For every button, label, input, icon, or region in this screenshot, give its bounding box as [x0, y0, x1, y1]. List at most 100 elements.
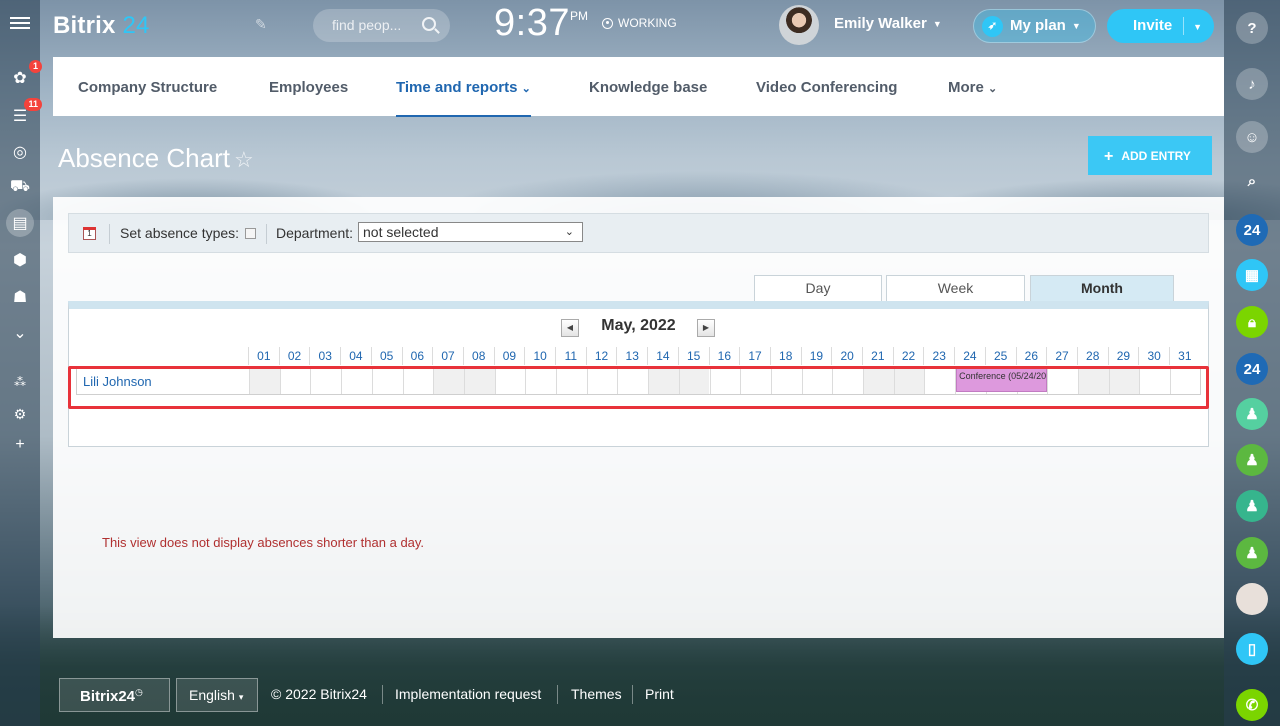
day-cell[interactable]: [863, 367, 894, 394]
tab-week[interactable]: Week: [886, 275, 1025, 301]
day-cell[interactable]: [648, 367, 679, 394]
tab-company-structure[interactable]: Company Structure: [78, 79, 217, 96]
tab-day[interactable]: Day: [754, 275, 882, 301]
day-header: 01: [248, 347, 279, 365]
sitemap-icon[interactable]: ⁂: [8, 370, 32, 394]
day-cell[interactable]: [770, 367, 802, 394]
pencil-icon[interactable]: ✎: [255, 16, 267, 33]
plus-icon: +: [1104, 148, 1114, 165]
day-header: 29: [1107, 347, 1139, 365]
clock[interactable]: 9:37: [494, 2, 570, 45]
day-cell[interactable]: [494, 367, 526, 394]
mobile-icon[interactable]: ▯: [1236, 633, 1268, 665]
avatar[interactable]: [779, 5, 819, 45]
group-icon-2[interactable]: ♟: [1236, 444, 1268, 476]
day-header: 19: [800, 347, 832, 365]
feed-icon[interactable]: ✿ 1: [8, 60, 42, 90]
group-icon-4[interactable]: ♟: [1236, 537, 1268, 569]
day-cell[interactable]: [617, 367, 648, 394]
calendar-icon[interactable]: 1: [83, 227, 96, 240]
day-cell[interactable]: [556, 367, 587, 394]
day-cell[interactable]: [341, 367, 372, 394]
tab-month[interactable]: Month: [1030, 275, 1174, 301]
day-cell[interactable]: [1108, 367, 1140, 394]
cube-icon[interactable]: ⬢: [8, 248, 32, 272]
day-cell[interactable]: [310, 367, 341, 394]
day-cell[interactable]: [586, 367, 618, 394]
day-cell[interactable]: [402, 367, 434, 394]
tab-time-and-reports[interactable]: Time and reports ⌄: [396, 79, 531, 117]
tab-video-conferencing[interactable]: Video Conferencing: [756, 79, 897, 96]
day-cell[interactable]: [1170, 367, 1201, 394]
tab-more[interactable]: More ⌄: [948, 79, 997, 96]
day-header: 25: [984, 347, 1016, 365]
add-entry-button[interactable]: + ADD ENTRY: [1088, 136, 1212, 175]
search-icon[interactable]: [422, 17, 436, 31]
day-cell[interactable]: [1139, 367, 1170, 394]
day-cell[interactable]: [678, 367, 710, 394]
work-status[interactable]: WORKING: [602, 16, 677, 30]
day-cell[interactable]: [371, 367, 403, 394]
help-icon[interactable]: ?: [1236, 12, 1268, 44]
day-cell[interactable]: [740, 367, 771, 394]
language-select[interactable]: English ▾: [176, 678, 258, 712]
contact-card-icon[interactable]: ▤: [6, 209, 34, 237]
user-menu[interactable]: Emily Walker ▼: [834, 15, 942, 32]
day-header: 22: [892, 347, 924, 365]
plus-icon[interactable]: +: [8, 433, 32, 457]
search-input[interactable]: find peop...: [313, 9, 450, 42]
star-icon[interactable]: ☆: [234, 147, 254, 173]
target-icon[interactable]: ◎: [8, 140, 32, 164]
my-plan-button[interactable]: ➶ My plan ▼: [973, 9, 1096, 43]
day-cell[interactable]: [249, 367, 280, 394]
group-icon-3[interactable]: ♟: [1236, 490, 1268, 522]
day-header: 30: [1138, 347, 1169, 365]
bell-icon[interactable]: ♪: [1236, 68, 1268, 100]
absence-entry[interactable]: Conference (05/24/2022 - 05/26/2022): [956, 368, 1048, 392]
chevron-down-icon[interactable]: ⌄: [8, 321, 32, 345]
day-cell[interactable]: [893, 367, 925, 394]
feed-badge: 1: [28, 60, 42, 73]
implementation-request-link[interactable]: Implementation request: [395, 686, 541, 702]
department-select[interactable]: not selected ⌄: [358, 222, 583, 242]
day-cell[interactable]: [709, 367, 741, 394]
chat-icon[interactable]: ☺: [1236, 121, 1268, 153]
tab-knowledge-base[interactable]: Knowledge base: [589, 79, 707, 96]
footer-logo[interactable]: Bitrix24◷: [59, 678, 170, 712]
filter-icon[interactable]: ☰ 11: [8, 98, 42, 128]
group-avatar-icon[interactable]: [1236, 583, 1268, 615]
day-header: 03: [309, 347, 340, 365]
calendar-icon[interactable]: ▦: [1236, 259, 1268, 291]
day-header: 05: [370, 347, 402, 365]
employee-name[interactable]: Lili Johnson: [83, 374, 152, 389]
chevron-down-icon[interactable]: ▼: [1193, 22, 1202, 32]
day-cell[interactable]: [1077, 367, 1109, 394]
day-cell[interactable]: [801, 367, 833, 394]
day-cell[interactable]: [1047, 367, 1078, 394]
day-cell[interactable]: [924, 367, 955, 394]
b24-icon[interactable]: 24: [1236, 214, 1268, 246]
invite-button[interactable]: Invite ▼: [1107, 9, 1214, 43]
tab-employees[interactable]: Employees: [269, 79, 348, 96]
robot-icon[interactable]: ☗: [8, 285, 32, 309]
app-logo[interactable]: Bitrix 24: [53, 12, 150, 40]
print-link[interactable]: Print: [645, 686, 674, 702]
lock-icon[interactable]: 🔒︎: [1236, 306, 1268, 338]
department-label: Department:: [276, 225, 354, 241]
absence-types-label: Set absence types:: [120, 225, 240, 241]
group-icon[interactable]: ♟: [1236, 398, 1268, 430]
day-cell[interactable]: [433, 367, 464, 394]
next-month-button[interactable]: ▶: [697, 319, 715, 337]
day-cell[interactable]: [832, 367, 863, 394]
day-cell[interactable]: [525, 367, 556, 394]
menu-icon[interactable]: [10, 14, 30, 34]
phone-icon[interactable]: ✆: [1236, 689, 1268, 721]
themes-link[interactable]: Themes: [571, 686, 622, 702]
gear-icon[interactable]: ⚙: [8, 402, 32, 426]
day-cell[interactable]: [463, 367, 495, 394]
b24-icon-2[interactable]: 24: [1236, 353, 1268, 385]
search-icon[interactable]: ⌕: [1236, 165, 1268, 197]
day-cell[interactable]: [279, 367, 311, 394]
absence-types-checkbox[interactable]: [245, 228, 256, 239]
cart-icon[interactable]: ⛟: [8, 175, 32, 199]
